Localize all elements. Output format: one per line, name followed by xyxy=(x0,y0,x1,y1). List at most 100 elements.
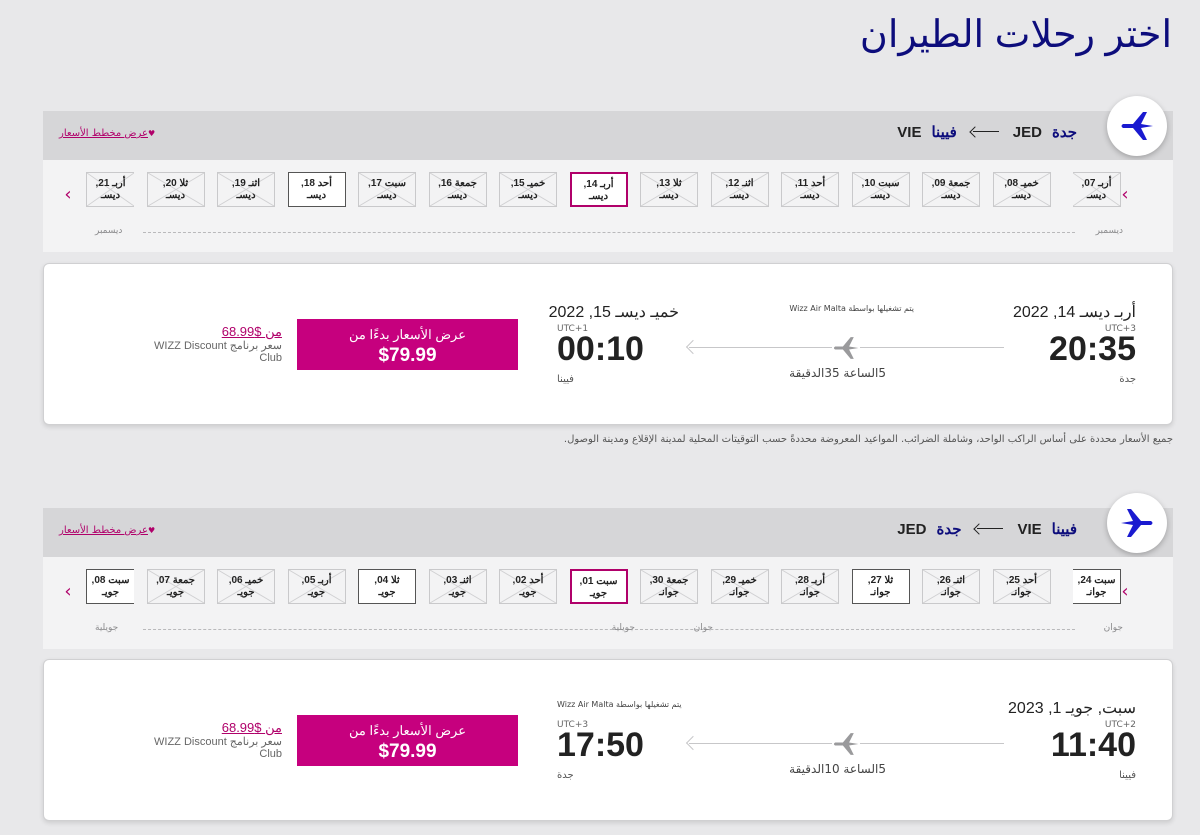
date-option[interactable]: ثلا 13, ديسـ xyxy=(640,172,698,207)
date-day: ثلا 13, xyxy=(656,178,682,189)
flight-card[interactable]: أربـ ديسـ 14, 2022 UTC+3 20:35 جدة يتم ت… xyxy=(43,263,1173,425)
date-option[interactable]: اثنـ 26, جوانـ xyxy=(922,569,980,604)
departure-time: 20:35 xyxy=(1049,330,1136,368)
arrival-city: فيينا xyxy=(557,374,574,385)
member-price-link[interactable]: من $68.99 xyxy=(222,324,282,339)
month-label: ديسمبر xyxy=(95,226,123,236)
date-month: ديسـ xyxy=(1011,190,1032,201)
member-price: من $68.99 سعر برنامج WIZZ Discount Club xyxy=(152,720,282,760)
date-month: جوانـ xyxy=(659,587,679,598)
date-day: جمعة 07, xyxy=(156,575,195,586)
select-price-button[interactable]: عرض الأسعار بدءًا من $79.99 xyxy=(297,715,518,766)
date-day: خميـ 08, xyxy=(1004,178,1039,189)
date-option[interactable]: سبت 10, ديسـ xyxy=(851,172,910,207)
prev-dates-button[interactable]: ‹ xyxy=(58,581,78,603)
date-month: جويـ xyxy=(448,587,467,598)
date-option[interactable]: جمعة 09, ديسـ xyxy=(922,172,980,207)
date-day: اثنـ 19, xyxy=(231,178,261,189)
dest-city: فيينا xyxy=(931,124,957,141)
dest-city: جدة xyxy=(936,521,962,538)
date-day: جمعة 16, xyxy=(438,178,477,189)
plane-icon xyxy=(1107,96,1167,156)
chevron-left-icon: ‹ xyxy=(64,184,72,205)
date-option[interactable]: سبت 24, جوانـ xyxy=(1073,569,1121,604)
price-disclaimer: جميع الأسعار محددة على أساس الراكب الواح… xyxy=(563,434,1173,445)
dest-code: VIE xyxy=(897,123,922,141)
date-month: جويـ xyxy=(166,587,185,598)
date-month: جوانـ xyxy=(1086,587,1107,598)
date-option[interactable]: سبت 17, ديسـ xyxy=(358,172,416,207)
chevron-right-icon: ‹ xyxy=(1121,581,1129,602)
date-option[interactable]: أربـ 05, جويـ xyxy=(287,569,346,604)
date-option[interactable]: أحد 25, جوانـ xyxy=(992,569,1051,604)
select-price-button[interactable]: عرض الأسعار بدءًا من $79.99 xyxy=(297,319,518,370)
member-program: سعر برنامج WIZZ Discount Club xyxy=(154,736,282,760)
page-title: اختر رحلات الطيران xyxy=(859,14,1172,56)
date-option[interactable]: أربـ 21, ديسـ xyxy=(86,172,134,207)
date-option[interactable]: ثلا 20, ديسـ xyxy=(146,172,205,207)
plane-gray-icon xyxy=(832,730,860,758)
departure-date: أربـ ديسـ 14, 2022 xyxy=(1012,304,1136,321)
date-option[interactable]: أربـ 28, جوانـ xyxy=(781,569,839,604)
date-day: اثنـ 26, xyxy=(936,575,966,586)
date-option[interactable]: خميـ 15, ديسـ xyxy=(499,172,557,207)
price-label: عرض الأسعار بدءًا من xyxy=(349,327,466,342)
price-chart-link[interactable]: ♥عرض مخطط الأسعار xyxy=(59,128,157,139)
date-month: ديسـ xyxy=(941,190,961,201)
date-day: ثلا 04, xyxy=(374,575,400,586)
price-chart-link[interactable]: ♥عرض مخطط الأسعار xyxy=(59,525,157,536)
month-row: ديسمبر ديسمبر xyxy=(95,226,1123,238)
date-month: ديسـ xyxy=(518,190,538,201)
date-option[interactable]: أربـ 07, ديسـ xyxy=(1073,172,1121,207)
date-option[interactable]: سبت 01, جويـ xyxy=(569,569,628,604)
date-month: ديسـ xyxy=(236,190,256,201)
date-month: جوانـ xyxy=(870,587,891,598)
date-month: ديسـ xyxy=(447,190,468,201)
date-day: ثلا 20, xyxy=(162,178,189,189)
price-label: عرض الأسعار بدءًا من xyxy=(349,723,466,738)
date-option[interactable]: سبت 08, جويـ xyxy=(86,569,134,604)
date-option[interactable]: اثنـ 03, جويـ xyxy=(428,569,487,604)
date-option[interactable]: أربـ 14, ديسـ xyxy=(569,172,628,207)
date-option[interactable]: ثلا 04, جويـ xyxy=(358,569,416,604)
member-price: من $68.99 سعر برنامج WIZZ Discount Club xyxy=(152,324,282,364)
member-price-link[interactable]: من $68.99 xyxy=(222,720,282,735)
date-option[interactable]: خميـ 08, ديسـ xyxy=(992,172,1051,207)
date-day: أحد 11, xyxy=(794,178,826,189)
arrival-time: 00:10 xyxy=(557,330,644,368)
date-option[interactable]: خميـ 06, جويـ xyxy=(217,569,275,604)
date-day: أحد 25, xyxy=(1006,575,1037,586)
flight-duration: 5الساعة 10الدقيقة xyxy=(789,762,886,776)
date-month: ديسـ xyxy=(1086,190,1107,201)
date-strip: ‹ ‹ أربـ 07, ديسـ خميـ 08, ديسـ جمعة 09, ديسـ… xyxy=(43,160,1173,252)
dest-code: JED xyxy=(897,520,927,538)
date-day: سبت 01, xyxy=(579,576,618,587)
date-month: جويـ xyxy=(101,587,120,598)
plane-gray-icon xyxy=(832,334,860,362)
date-option[interactable]: جمعة 07, جويـ xyxy=(146,569,205,604)
date-day: خميـ 15, xyxy=(510,178,546,189)
date-option[interactable]: أحد 02, جويـ xyxy=(499,569,557,604)
flight-card[interactable]: سبت, جويـ 1, 2023 UTC+2 11:40 فيينا يتم … xyxy=(43,659,1173,821)
month-label: جويلية xyxy=(611,623,635,633)
date-day: جمعة 30, xyxy=(649,575,689,586)
date-day: اثنـ 12, xyxy=(725,178,754,189)
date-option[interactable]: ثلا 27, جوانـ xyxy=(851,569,910,604)
date-day: سبت 17, xyxy=(368,178,406,189)
date-day: أربـ 05, xyxy=(301,575,332,586)
prev-dates-button[interactable]: ‹ xyxy=(58,184,78,206)
date-month: ديسـ xyxy=(100,190,121,201)
date-option[interactable]: أحد 11, ديسـ xyxy=(781,172,839,207)
date-option[interactable]: اثنـ 19, ديسـ xyxy=(217,172,275,207)
date-option[interactable]: اثنـ 12, ديسـ xyxy=(710,172,769,207)
date-option[interactable]: خميـ 29, جوانـ xyxy=(710,569,769,604)
operated-by: يتم تشغيلها بواسطة Wizz Air Malta xyxy=(789,304,914,313)
plane-icon xyxy=(1107,493,1167,553)
chevron-right-icon: ‹ xyxy=(1121,184,1129,205)
date-option[interactable]: أحد 18, ديسـ xyxy=(287,172,346,207)
price-amount: $79.99 xyxy=(378,741,437,762)
date-option[interactable]: جمعة 16, ديسـ xyxy=(428,172,487,207)
date-month: ديسـ xyxy=(870,190,891,201)
date-option[interactable]: جمعة 30, جوانـ xyxy=(640,569,698,604)
arrival-city: جدة xyxy=(557,770,574,781)
